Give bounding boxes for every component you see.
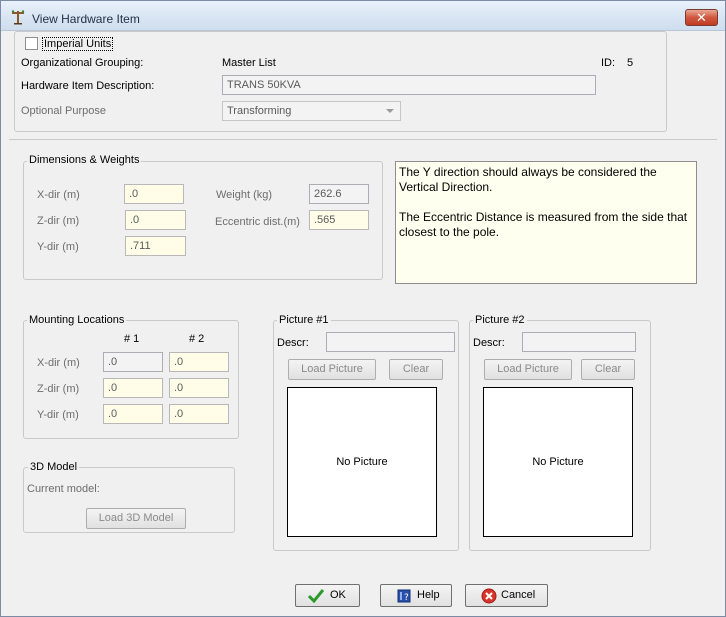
optional-purpose-label: Optional Purpose [21,105,106,117]
separator-line [9,139,717,140]
picture2-preview[interactable]: No Picture [483,387,633,537]
picture1-load-button[interactable]: Load Picture [288,359,376,380]
load-3d-model-button[interactable]: Load 3D Model [86,508,186,529]
mount-y2-field[interactable]: .0 [169,404,229,424]
mount-xdir-label: X-dir (m) [37,357,80,369]
picture2-placeholder: No Picture [532,456,584,468]
imperial-units-label[interactable]: Imperial Units [42,37,114,51]
mount-col1-header: # 1 [124,333,140,345]
ok-label: OK [330,589,346,601]
eccentric-label: Eccentric dist.(m) [215,216,300,228]
mount-ydir-label: Y-dir (m) [37,409,79,421]
mounting-title: Mounting Locations [27,314,127,326]
id-label: ID: [601,57,616,69]
dim-xdir-field[interactable]: .0 [124,184,184,204]
picture1-title: Picture #1 [277,314,331,326]
picture1-placeholder: No Picture [336,456,388,468]
mount-z1-field[interactable]: .0 [103,378,163,398]
utility-pole-icon [11,10,25,25]
optional-purpose-select[interactable]: Transforming [222,101,401,121]
dim-xdir-label: X-dir (m) [37,189,80,201]
weight-field[interactable]: 262.6 [309,184,369,204]
mount-x2-field[interactable]: .0 [169,352,229,372]
mount-x1-field[interactable]: .0 [103,352,163,372]
help-label: Help [417,589,440,601]
close-button[interactable]: ✕ [685,9,718,26]
dialog-window: View Hardware Item ✕ Imperial Units Orga… [0,0,726,617]
help-book-icon: ? [397,589,411,603]
dim-ydir-field[interactable]: .711 [125,236,186,256]
note-line-2: The Eccentric Distance is measured from … [399,210,688,239]
cancel-x-icon [481,588,497,604]
close-icon: ✕ [696,10,707,25]
picture2-descr-field[interactable] [522,332,636,352]
checkmark-icon [308,589,324,603]
picture2-title: Picture #2 [473,314,527,326]
dimensions-title: Dimensions & Weights [27,154,142,166]
picture1-clear-button[interactable]: Clear [389,359,443,380]
dim-ydir-label: Y-dir (m) [37,241,79,253]
window-title: View Hardware Item [32,12,140,26]
picture2-load-button[interactable]: Load Picture [484,359,572,380]
mount-z2-field[interactable]: .0 [169,378,229,398]
model3d-title: 3D Model [28,461,80,473]
picture2-descr-label: Descr: [473,337,505,349]
picture1-descr-field[interactable] [326,332,455,352]
note-line-1: The Y direction should always be conside… [399,165,657,194]
current-model-label: Current model: [27,483,100,495]
weight-label: Weight (kg) [216,189,273,201]
mount-y1-field[interactable]: .0 [103,404,163,424]
eccentric-field[interactable]: .565 [309,210,369,230]
imperial-units-checkbox[interactable] [25,37,38,50]
optional-purpose-value: Transforming [227,105,292,117]
org-grouping-value: Master List [222,57,276,69]
title-bar[interactable]: View Hardware Item ✕ [1,1,725,31]
cancel-label: Cancel [501,589,536,601]
help-button[interactable]: ? Help [380,584,452,607]
chevron-down-icon [386,109,394,113]
dim-zdir-label: Z-dir (m) [37,215,80,227]
picture2-clear-button[interactable]: Clear [581,359,635,380]
org-grouping-label: Organizational Grouping: [21,57,144,69]
ok-button[interactable]: OK [295,584,360,607]
cancel-button[interactable]: Cancel [465,584,548,607]
dim-zdir-field[interactable]: .0 [125,210,186,230]
svg-text:?: ? [404,593,409,603]
mount-col2-header: # 2 [189,333,205,345]
info-note: The Y direction should always be conside… [395,161,697,284]
mount-zdir-label: Z-dir (m) [37,383,80,395]
description-field[interactable]: TRANS 50KVA [222,75,596,95]
picture1-descr-label: Descr: [277,337,309,349]
description-label: Hardware Item Description: [21,80,155,92]
id-value: 5 [627,57,634,69]
picture1-preview[interactable]: No Picture [287,387,437,537]
